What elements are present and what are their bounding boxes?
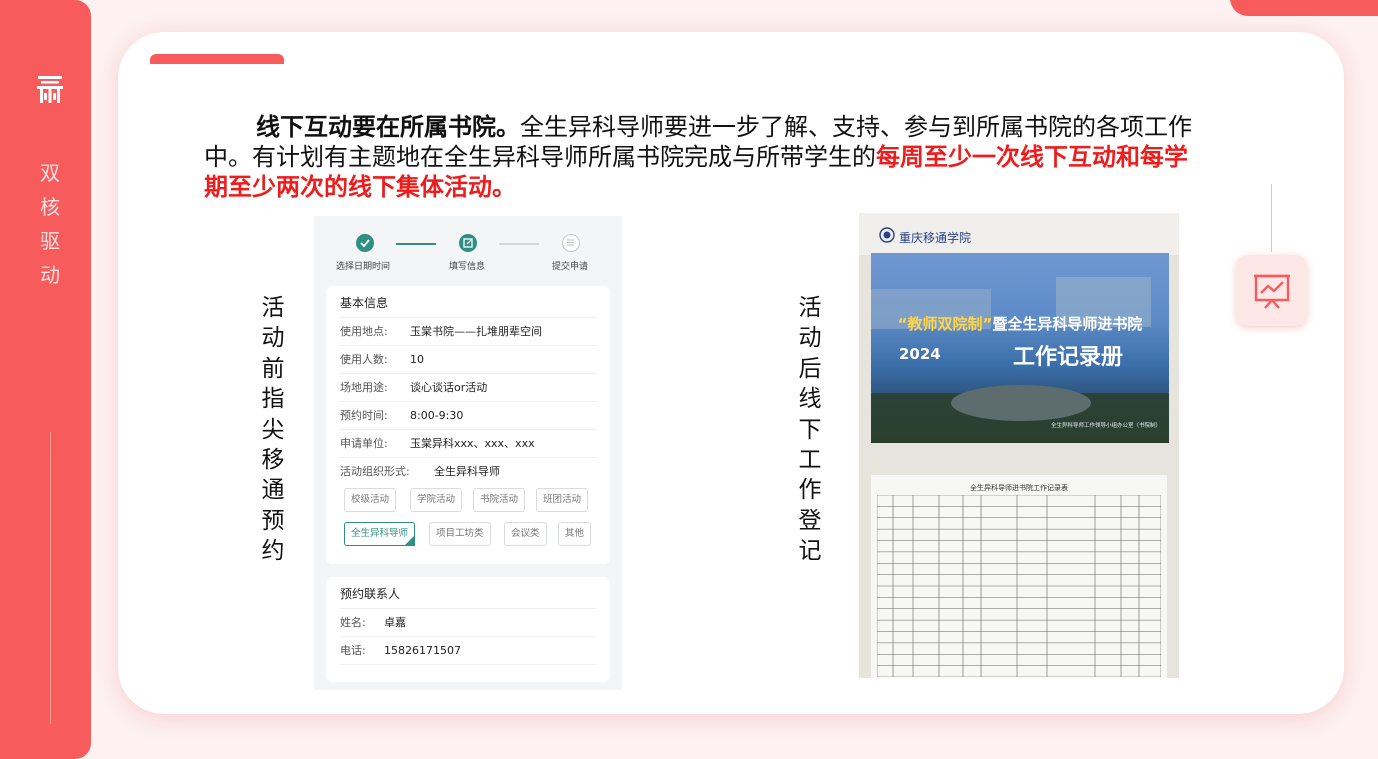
caption-char: 记 <box>798 538 822 565</box>
field-value[interactable]: 8:00-9:30 <box>410 402 463 429</box>
field-value: 全生异科导师 <box>434 465 500 478</box>
step-edit-icon <box>459 234 477 252</box>
presentation-chart-icon <box>1253 274 1290 309</box>
school-logo-icon <box>37 76 63 103</box>
step-label: 提交申请 <box>552 262 589 272</box>
caption-char: 约 <box>261 538 285 565</box>
sidebar-divider <box>50 432 51 724</box>
field-label: 使用人数: <box>340 353 388 366</box>
field-label: 使用地点: <box>340 325 388 338</box>
option-chip[interactable]: 校级活动 <box>344 488 397 512</box>
caption-char: 通 <box>261 477 285 504</box>
form-row: 电话: 15826171507 <box>340 637 596 665</box>
field-value[interactable]: 10 <box>410 346 424 373</box>
field-label: 活动组织形式: <box>340 465 410 478</box>
contact-section: 预约联系人 姓名: 卓嘉 电话: 15826171507 <box>326 577 610 682</box>
caption-char: 登 <box>798 507 822 534</box>
caption-char: 活 <box>261 295 285 321</box>
sidebar-title-char: 驱 <box>40 229 60 253</box>
school-emblem-icon <box>879 227 895 243</box>
option-chip[interactable]: 会议类 <box>504 522 547 546</box>
sidebar-section-title: 双 核 驱 动 <box>38 156 62 292</box>
basic-info-section: 基本信息 使用地点: 玉棠书院——扎堆朋辈空间 使用人数: 10 场地用途: 谈心谈话… <box>326 286 610 564</box>
option-chip[interactable]: 书院活动 <box>473 488 526 512</box>
sheet-title: 全生异科导师进书院工作记录表 <box>970 484 1068 492</box>
card-accent-tab <box>150 54 284 64</box>
field-label: 申请单位: <box>340 437 388 450</box>
record-sheet: 全生异科导师进书院工作记录表 <box>871 475 1167 678</box>
field-label: 姓名: <box>340 616 366 629</box>
selected-check-icon <box>404 535 416 546</box>
option-chip[interactable]: 学院活动 <box>410 488 463 512</box>
caption-char: 移 <box>261 447 285 474</box>
caption-after-activity: 活 动 后 线 下 工 作 登 记 <box>795 293 825 567</box>
photo-header: 重庆移通学院 <box>859 213 1179 255</box>
form-row: 使用人数: 10 <box>340 346 596 374</box>
step-label: 选择日期时间 <box>336 262 391 272</box>
step-done-check-icon <box>356 234 374 252</box>
presentation-button[interactable] <box>1236 255 1307 326</box>
caption-char: 作 <box>798 477 822 504</box>
caption-char: 预 <box>261 507 285 534</box>
field-label: 电话: <box>340 644 366 657</box>
activity-type-options: 校级活动 学院活动 书院活动 班团活动 全生异科导师 项目工坊类 会议类 其他 <box>340 486 596 566</box>
cover-book-title: 工作记录册 <box>1013 345 1124 370</box>
cover-footer: 全生异科导师工作领导小组办公室（书院制） <box>1050 423 1161 429</box>
sidebar-title-char: 核 <box>40 195 60 219</box>
workbook-photo: 重庆移通学院 “教师双院制”暨全生异科导师进书院 2024 工作记录册 全生异科… <box>859 213 1179 678</box>
section-title: 基本信息 <box>340 286 596 318</box>
caption-char: 尖 <box>261 416 285 443</box>
form-row: 使用地点: 玉棠书院——扎堆朋辈空间 <box>340 318 596 346</box>
booking-form-screenshot: 选择日期时间 填写信息 提交申请 基本信息 使用地点: 玉棠书院——扎堆朋辈空间 … <box>314 216 622 690</box>
option-chip-label: 全生异科导师 <box>351 528 409 539</box>
option-chip[interactable]: 班团活动 <box>536 488 589 512</box>
form-row: 申请单位: 玉棠异科xxx、xxx、xxx <box>340 430 596 458</box>
form-row: 预约时间: 8:00-9:30 <box>340 402 596 430</box>
left-sidebar: 双 核 驱 动 <box>0 0 91 759</box>
step-indicator: 选择日期时间 填写信息 提交申请 <box>314 216 622 282</box>
caption-char: 动 <box>798 325 822 352</box>
caption-char: 工 <box>798 447 822 474</box>
paragraph-lead: 线下互动要在所属书院。 <box>256 113 520 141</box>
field-value[interactable]: 玉棠异科xxx、xxx、xxx <box>410 430 535 457</box>
sidebar-title-char: 双 <box>40 161 60 185</box>
field-label: 预约时间: <box>340 409 388 422</box>
workbook-cover: “教师双院制”暨全生异科导师进书院 2024 工作记录册 全生异科导师工作领导小… <box>871 253 1169 443</box>
step-connector <box>396 243 436 245</box>
field-value[interactable]: 卓嘉 <box>384 609 406 636</box>
right-divider <box>1271 184 1272 252</box>
top-decoration-tab <box>1230 0 1378 16</box>
sidebar-title-char: 动 <box>40 263 60 287</box>
option-chip[interactable]: 项目工坊类 <box>429 522 491 546</box>
option-chip[interactable]: 其他 <box>558 522 592 546</box>
form-row: 活动组织形式: 全生异科导师 <box>340 458 596 486</box>
section-title: 预约联系人 <box>340 577 596 609</box>
form-row: 姓名: 卓嘉 <box>340 609 596 637</box>
field-value[interactable]: 15826171507 <box>384 637 461 664</box>
field-label: 场地用途: <box>340 381 388 394</box>
field-value[interactable]: 谈心谈话or活动 <box>410 374 487 401</box>
caption-char: 动 <box>261 325 285 352</box>
caption-before-activity: 活 动 前 指 尖 移 通 预 约 <box>258 293 288 567</box>
cover-subtitle: 暨全生异科导师进书院 <box>992 315 1143 333</box>
caption-char: 下 <box>798 416 822 443</box>
record-table-grid <box>877 495 1161 677</box>
option-chip-selected[interactable]: 全生异科导师 <box>344 522 416 546</box>
field-value[interactable]: 玉棠书院——扎堆朋辈空间 <box>410 318 542 345</box>
caption-char: 活 <box>798 295 822 321</box>
step-label: 填写信息 <box>449 262 486 272</box>
caption-char: 后 <box>798 355 822 382</box>
caption-char: 前 <box>261 355 285 382</box>
step-connector <box>499 243 539 245</box>
cover-title: “教师双院制”暨全生异科导师进书院 <box>871 313 1169 334</box>
school-name: 重庆移通学院 <box>899 231 972 245</box>
caption-char: 指 <box>261 386 285 413</box>
cover-year: 2024 <box>899 345 941 363</box>
cover-quote: “教师双院制” <box>897 315 993 333</box>
form-row: 场地用途: 谈心谈话or活动 <box>340 374 596 402</box>
caption-char: 线 <box>798 386 822 413</box>
step-document-icon <box>562 234 580 252</box>
intro-paragraph: 线下互动要在所属书院。全生异科导师要进一步了解、支持、参与到所属书院的各项工作中… <box>204 112 1194 202</box>
